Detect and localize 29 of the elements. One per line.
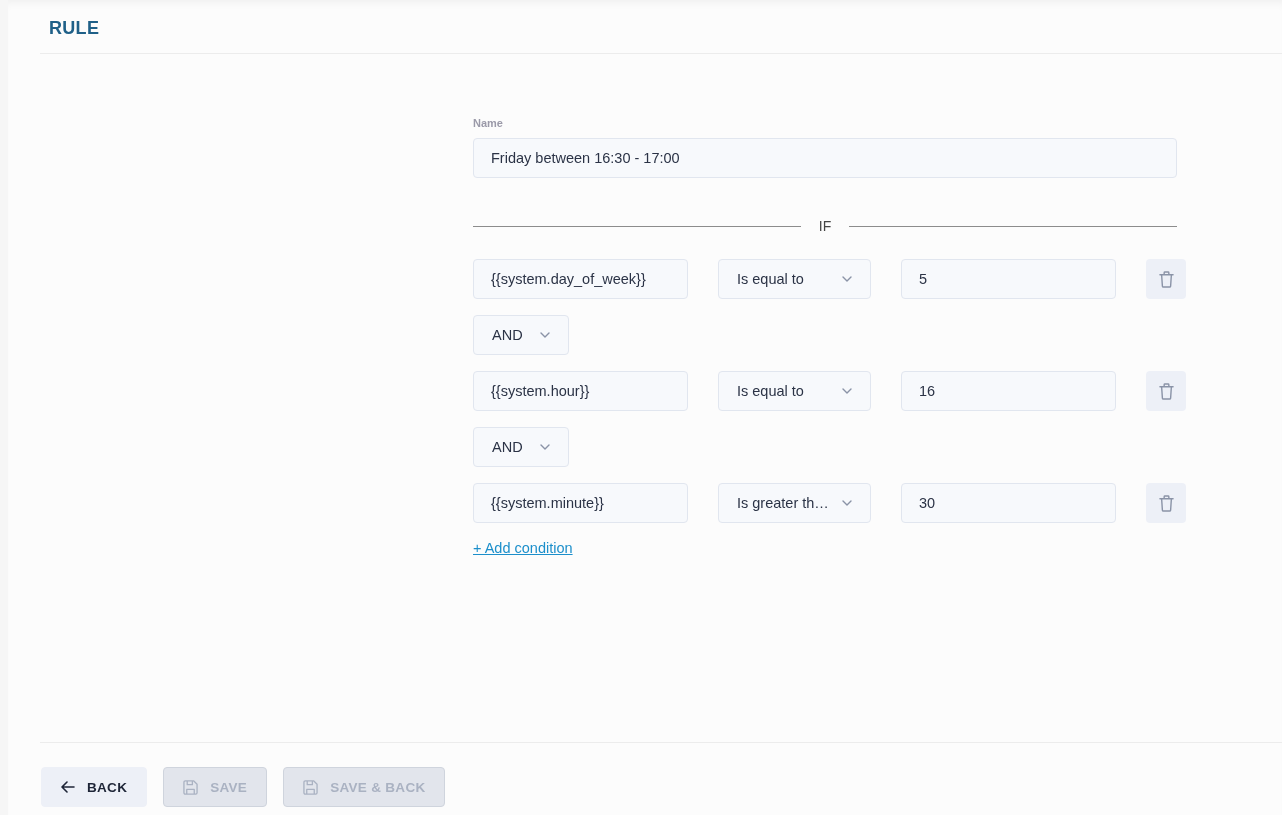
trash-icon [1158, 270, 1174, 288]
logic-dropdown[interactable]: AND [473, 315, 569, 355]
trash-icon [1158, 494, 1174, 512]
delete-button[interactable] [1146, 483, 1186, 523]
operator-dropdown[interactable]: Is greater th… [718, 483, 871, 523]
operator-dropdown[interactable]: Is equal to [718, 259, 871, 299]
value-input[interactable]: 16 [901, 371, 1116, 411]
variable-input[interactable]: {{system.hour}} [473, 371, 688, 411]
field-label: Name [473, 116, 504, 130]
chevron-down-icon [540, 444, 550, 450]
logic-dropdown[interactable]: AND [473, 427, 569, 467]
variable-input[interactable]: {{system.minute}} [473, 483, 688, 523]
name-input[interactable]: Friday between 16:30 - 17:00 [473, 138, 1177, 178]
value-input[interactable]: 5 [901, 259, 1116, 299]
chevron-down-icon [540, 332, 550, 338]
trash-icon [1158, 382, 1174, 400]
chevron-down-icon [842, 500, 852, 506]
delete-button[interactable] [1146, 371, 1186, 411]
back-button[interactable]: BACK [41, 767, 148, 807]
delete-button[interactable] [1146, 259, 1186, 299]
variable-input[interactable]: {{system.day_of_week}} [473, 259, 688, 299]
value-input[interactable]: 30 [901, 483, 1116, 523]
arrow-left-icon [61, 781, 75, 793]
chevron-down-icon [842, 276, 852, 282]
chevron-down-icon [842, 388, 852, 394]
page-title: RULE [49, 18, 100, 39]
operator-dropdown[interactable]: Is equal to [718, 371, 871, 411]
add-condition-link[interactable]: + Add condition [473, 540, 573, 556]
section-label: IF [817, 218, 833, 234]
